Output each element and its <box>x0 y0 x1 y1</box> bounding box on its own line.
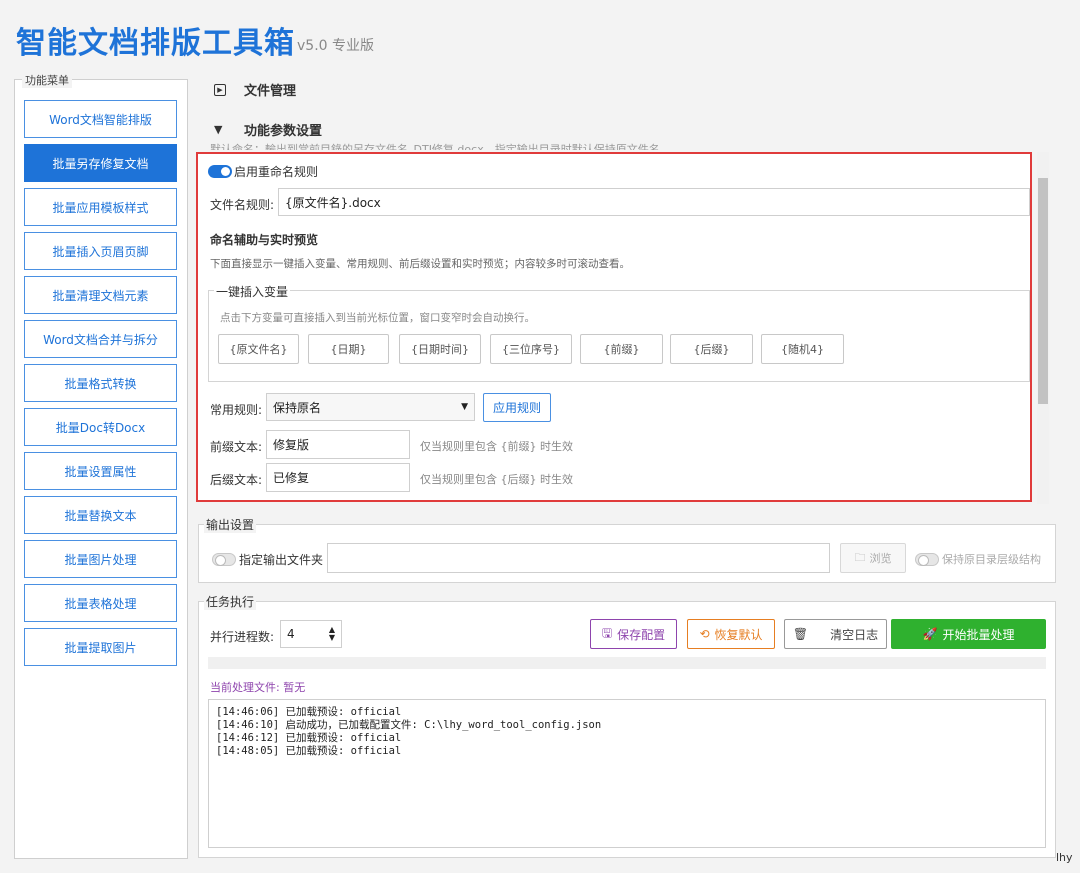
section-file-management[interactable]: ▶ 文件管理 <box>214 80 296 99</box>
section-params[interactable]: ▼ 功能参数设置 <box>214 120 322 139</box>
var-group-legend: 一键插入变量 <box>214 283 291 300</box>
prefix-label: 前缀文本: <box>210 440 263 454</box>
output-folder-toggle[interactable]: 指定输出文件夹 <box>212 551 323 568</box>
menu-legend: 功能菜单 <box>22 72 72 88</box>
log-line: [14:48:05] 已加载预设: official <box>216 745 402 757</box>
save-config-label: 保存配置 <box>617 627 666 642</box>
dropdown-arrow-icon: ▼ <box>461 402 468 412</box>
var-button-prefix[interactable]: {前缀} <box>580 334 663 364</box>
params-scroll-thumb[interactable] <box>1038 178 1048 404</box>
toggle-switch-icon <box>212 553 236 566</box>
toggle-switch-icon <box>208 165 232 178</box>
menu-item-apply-template[interactable]: 批量应用模板样式 <box>24 188 177 226</box>
log-line: [14:46:12] 已加载预设: official <box>216 732 402 744</box>
partial-hint-text: 默认命名：輸出到當前目錄的另存文件名_DTI修复.docx，指定输出目录时默认保… <box>210 143 671 150</box>
log-line: [14:46:06] 已加载预设: official <box>216 706 402 718</box>
output-settings-legend: 输出设置 <box>204 516 257 533</box>
parallel-label: 并行进程数: <box>210 630 275 644</box>
current-file-label: 当前处理文件: 暂无 <box>210 681 306 694</box>
progress-bar <box>208 657 1046 669</box>
output-folder-toggle-label: 指定输出文件夹 <box>239 553 324 567</box>
var-button-date[interactable]: {日期} <box>308 334 389 364</box>
suffix-hint: 仅当规则里包含 {后缀} 时生效 <box>420 473 573 486</box>
save-config-button[interactable]: 🖫 保存配置 <box>590 619 677 649</box>
apply-rule-button[interactable]: 应用规则 <box>483 393 551 422</box>
var-button-random[interactable]: {随机4} <box>761 334 844 364</box>
menu-item-clean-elements[interactable]: 批量清理文档元素 <box>24 276 177 314</box>
browse-label: 浏览 <box>869 552 892 565</box>
rename-toggle-label: 启用重命名规则 <box>234 165 319 179</box>
var-hint: 点击下方变量可直接插入到当前光标位置，窗口变窄时会自动换行。 <box>220 312 535 324</box>
assist-title: 命名辅助与实时预览 <box>210 233 319 247</box>
watermark: lhy <box>1056 851 1073 864</box>
restore-default-button[interactable]: ⟲ 恢复默认 <box>687 619 775 649</box>
rocket-icon: 🚀 <box>922 627 938 641</box>
parallel-value: 4 <box>287 627 295 641</box>
trash-icon: 🗑 <box>792 627 809 641</box>
menu-item-header-footer[interactable]: 批量插入页眉页脚 <box>24 232 177 270</box>
section-params-label: 功能参数设置 <box>244 124 323 139</box>
filename-rule-label: 文件名规则: <box>210 198 275 212</box>
menu-item-set-properties[interactable]: 批量设置属性 <box>24 452 177 490</box>
rename-toggle[interactable]: 启用重命名规则 <box>208 163 318 180</box>
app-title: 智能文档排版工具箱 <box>16 26 295 61</box>
menu-item-batch-save-repair[interactable]: 批量另存修复文档 <box>24 144 177 182</box>
filename-rule-input[interactable]: {原文件名}.docx <box>278 188 1030 216</box>
section-file-management-label: 文件管理 <box>244 84 297 99</box>
var-button-suffix[interactable]: {后缀} <box>670 334 753 364</box>
menu-item-table-process[interactable]: 批量表格处理 <box>24 584 177 622</box>
clear-log-button[interactable]: 🗑 清空日志 <box>784 619 887 649</box>
menu-item-merge-split[interactable]: Word文档合并与拆分 <box>24 320 177 358</box>
browse-button[interactable]: 🗀 浏览 <box>840 543 906 573</box>
common-rule-label: 常用规则: <box>210 403 263 417</box>
task-execution-legend: 任务执行 <box>204 593 257 610</box>
prefix-hint: 仅当规则里包含 {前缀} 时生效 <box>420 440 573 453</box>
common-rule-select[interactable]: 保持原名 ▼ <box>266 393 475 421</box>
play-icon: ▶ <box>214 83 226 96</box>
suffix-input[interactable]: 已修复 <box>266 463 410 492</box>
var-button-datetime[interactable]: {日期时间} <box>399 334 481 364</box>
menu-item-doc-to-docx[interactable]: 批量Doc转Docx <box>24 408 177 446</box>
keep-structure-label: 保持原目录层级结构 <box>942 553 1041 566</box>
chevron-down-icon: ▼ <box>214 123 223 136</box>
menu-item-word-smart-layout[interactable]: Word文档智能排版 <box>24 100 177 138</box>
var-button-original-name[interactable]: {原文件名} <box>218 334 299 364</box>
toggle-switch-icon <box>915 552 939 566</box>
keep-structure-toggle[interactable]: 保持原目录层级结构 <box>915 551 1041 567</box>
output-folder-input[interactable] <box>327 543 830 573</box>
menu-item-format-convert[interactable]: 批量格式转换 <box>24 364 177 402</box>
restore-icon: ⟲ <box>699 627 710 641</box>
log-output[interactable]: [14:46:06] 已加载预设: official [14:46:10] 启动… <box>208 699 1046 848</box>
clear-log-label: 清空日志 <box>830 627 879 642</box>
assist-description: 下面直接显示一键插入变量、常用规则、前后缀设置和实时预览；内容较多时可滚动查看。 <box>210 258 630 270</box>
app-version: v5.0 专业版 <box>297 38 374 54</box>
menu-item-extract-images[interactable]: 批量提取图片 <box>24 628 177 666</box>
menu-item-replace-text[interactable]: 批量替换文本 <box>24 496 177 534</box>
suffix-label: 后缀文本: <box>210 473 263 487</box>
spinner-arrows-icon[interactable]: ▲ ▼ <box>329 626 335 642</box>
log-line: [14:46:10] 启动成功，已加载配置文件: C:\lhy_word_too… <box>216 719 602 731</box>
start-batch-label: 开始批量处理 <box>942 627 1015 642</box>
save-icon: 🖫 <box>601 625 613 640</box>
start-batch-button[interactable]: 🚀 开始批量处理 <box>891 619 1046 649</box>
restore-default-label: 恢复默认 <box>714 627 763 642</box>
folder-icon: 🗀 <box>854 550 866 564</box>
menu-item-image-process[interactable]: 批量图片处理 <box>24 540 177 578</box>
prefix-input[interactable]: 修复版 <box>266 430 410 459</box>
var-button-seq[interactable]: {三位序号} <box>490 334 572 364</box>
parallel-spinbox[interactable]: 4 ▲ ▼ <box>280 620 342 648</box>
common-rule-value: 保持原名 <box>273 400 322 415</box>
